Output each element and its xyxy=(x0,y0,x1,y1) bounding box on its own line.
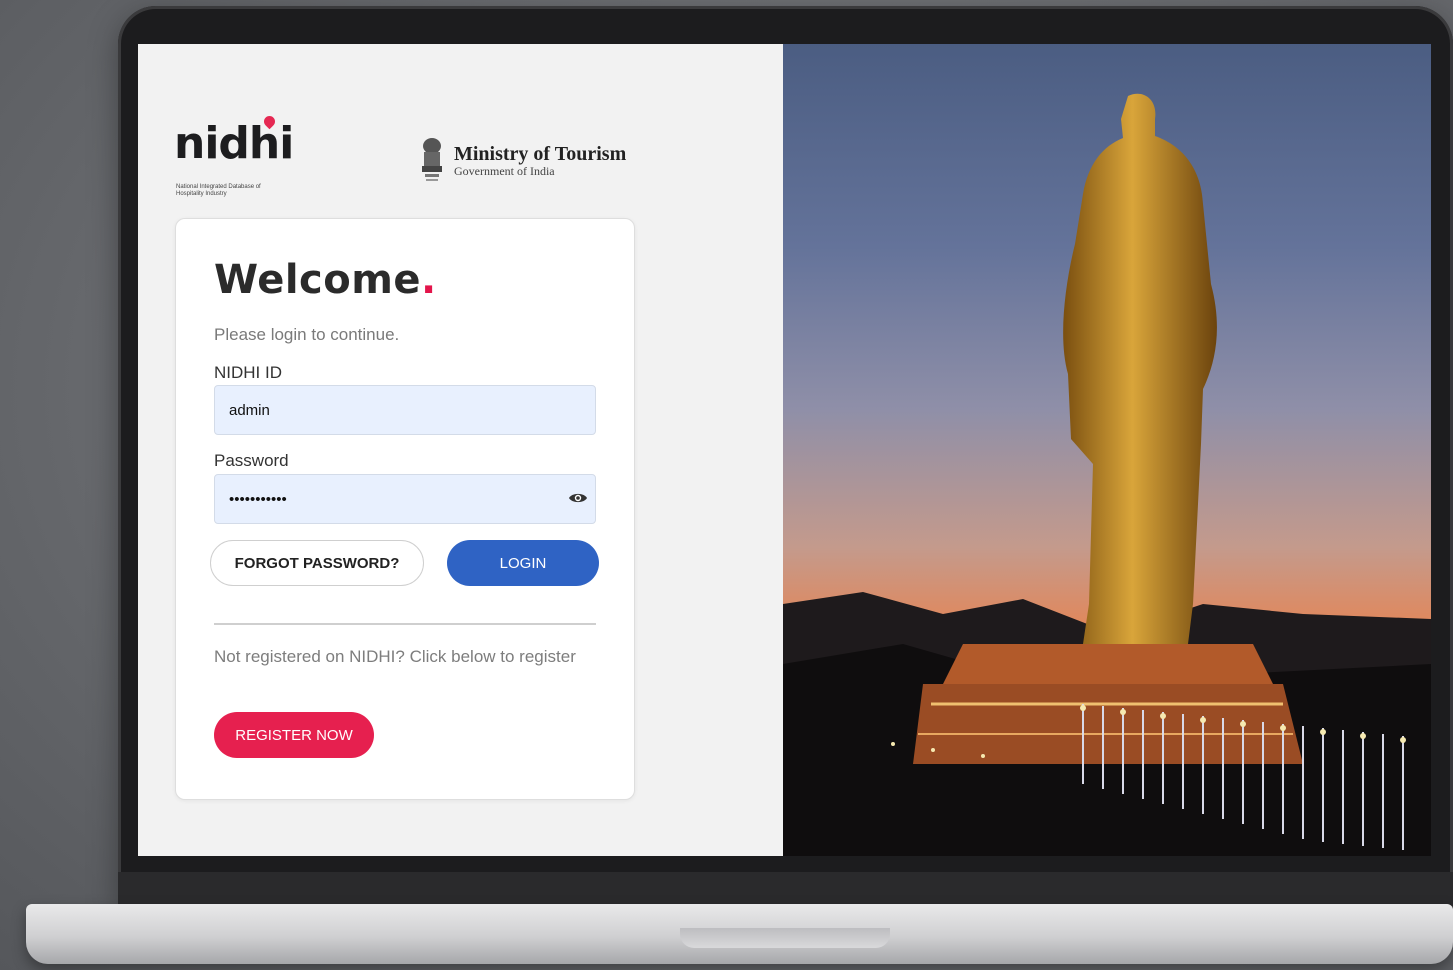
welcome-heading: Welcome. xyxy=(214,257,437,303)
laptop-notch xyxy=(680,928,890,948)
state-emblem-icon xyxy=(422,138,442,181)
password-input[interactable] xyxy=(214,474,596,524)
forgot-password-button[interactable]: FORGOT PASSWORD? xyxy=(210,540,424,586)
welcome-text: Welcome xyxy=(214,257,422,303)
screen: nidhi National Integrated Database of Ho… xyxy=(138,44,1431,856)
register-now-button[interactable]: REGISTER NOW xyxy=(214,712,374,758)
nidhi-id-input[interactable] xyxy=(214,385,596,435)
login-subtitle: Please login to continue. xyxy=(214,325,400,344)
ministry-subtitle: Government of India xyxy=(454,164,555,178)
password-label: Password xyxy=(214,451,289,470)
register-note: Not registered on NIDHI? Click below to … xyxy=(214,647,576,666)
statue-photo xyxy=(783,44,1431,856)
ministry-logo: Ministry of Tourism Government of India xyxy=(418,136,626,186)
welcome-dot: . xyxy=(421,257,437,303)
statue-illustration xyxy=(783,93,1431,856)
login-button[interactable]: LOGIN xyxy=(447,540,599,586)
ministry-title: Ministry of Tourism xyxy=(454,143,627,165)
nidhi-tagline: National Integrated Database of Hospital… xyxy=(176,184,261,197)
nidhi-id-label: NIDHI ID xyxy=(214,363,282,382)
eye-icon[interactable] xyxy=(568,491,588,505)
laptop-hinge xyxy=(118,872,1453,906)
login-pane: nidhi National Integrated Database of Ho… xyxy=(138,44,783,856)
login-card: Welcome. Please login to continue. NIDHI… xyxy=(175,218,635,800)
nidhi-logo: nidhi National Integrated Database of Ho… xyxy=(174,113,294,204)
divider xyxy=(214,623,596,625)
nidhi-wordmark: nidhi xyxy=(174,118,294,169)
